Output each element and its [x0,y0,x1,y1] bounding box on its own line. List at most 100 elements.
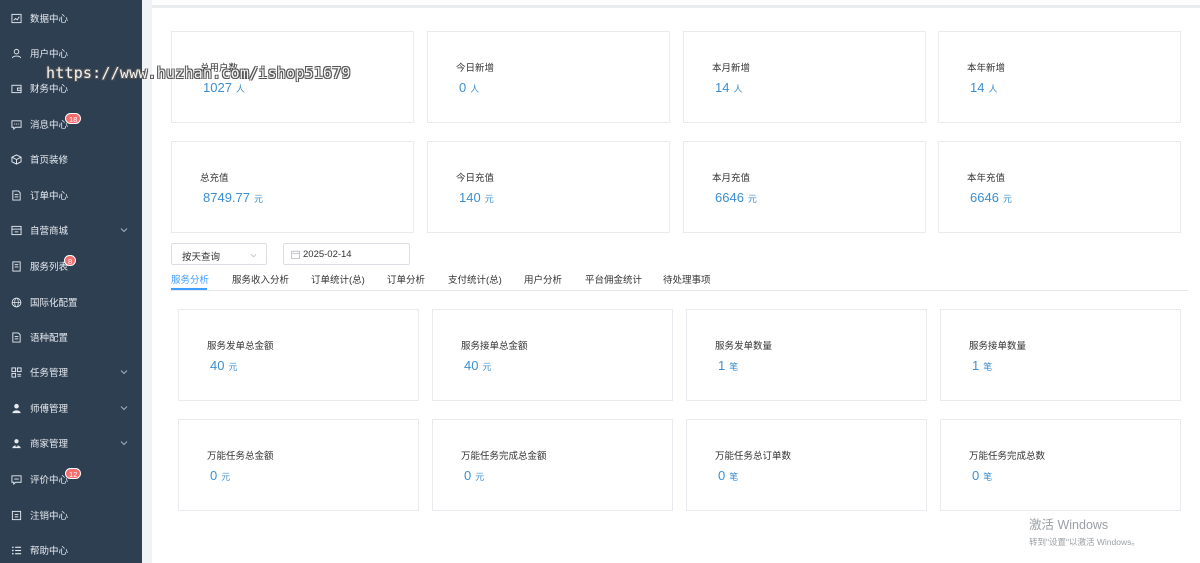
stat-value: 0笔 [718,468,739,483]
tab-service-analysis[interactable]: 服务分析 [171,272,209,286]
analysis-tabs: 服务分析 服务收入分析 订单统计(总) 订单分析 支付统计(总) 用户分析 平台… [171,269,1188,291]
chevron-down-icon [120,370,128,375]
sidebar-item-review-center[interactable]: 评价中心 12 [0,466,142,492]
stat-label: 万能任务总金额 [207,451,274,462]
sidebar-item-label: 订单中心 [30,191,69,202]
stat-value: 0笔 [972,468,993,483]
tab-pending-items[interactable]: 待处理事项 [663,272,711,286]
active-tab-indicator [171,288,207,290]
sidebar-item-label: 数据中心 [30,14,69,25]
chevron-down-icon [120,441,128,446]
sidebar-item-label: 帮助中心 [30,546,69,557]
stat-card-month-new-users: 本月新增 14 人 [683,31,926,123]
cube-icon [10,153,22,165]
stat-label: 万能任务完成总金额 [461,451,547,462]
tab-platform-commission[interactable]: 平台佣金统计 [585,272,642,286]
tab-service-income-analysis[interactable]: 服务收入分析 [232,272,289,286]
stat-card-today-recharge: 今日充值 140 元 [427,141,670,233]
person-icon [10,402,22,414]
sidebar-item-i18n-config[interactable]: 国际化配置 [0,289,142,315]
chevron-down-icon [120,228,128,233]
sidebar-item-language-config[interactable]: 语种配置 [0,324,142,350]
stat-card-universal-task-completed-count: 万能任务完成总数 0笔 [940,419,1181,511]
sidebar-item-cancellation-center[interactable]: 注销中心 [0,502,142,528]
shop-icon [10,224,22,236]
sidebar-item-label: 国际化配置 [30,298,78,309]
calendar-icon [291,250,300,259]
stat-label: 万能任务总订单数 [715,451,792,462]
document-icon [10,331,22,343]
sidebar-item-master-management[interactable]: 师傅管理 [0,395,142,421]
merchant-icon [10,437,22,449]
stat-value: 0元 [464,468,485,483]
stat-value: 14 人 [970,80,998,95]
date-picker[interactable]: 2025-02-14 [283,243,410,265]
sidebar-item-self-mall[interactable]: 自营商城 [0,217,142,243]
unread-count-badge: 12 [65,468,82,479]
stat-value: 140 元 [459,190,494,205]
tab-payment-stats-total[interactable]: 支付统计(总) [448,272,502,286]
stat-value: 1027 人 [203,80,245,95]
stat-value: 6646 元 [970,190,1012,205]
sidebar-item-help-center[interactable]: 帮助中心 [0,537,142,563]
sidebar-item-message-center[interactable]: 消息中心 18 [0,111,142,137]
sidebar-item-label: 自营商城 [30,226,69,237]
grid-icon [10,366,22,378]
top-divider [152,5,1200,8]
chart-icon [10,12,22,24]
stat-label: 服务接单数量 [969,341,1027,352]
sidebar-item-label: 首页装修 [30,155,69,166]
activation-title: 激活 Windows [1029,518,1109,532]
sidebar-item-label: 用户中心 [30,49,69,60]
unread-count-badge: 8 [64,255,77,266]
sidebar-item-label: 注销中心 [30,511,69,522]
stat-label: 今日充值 [456,173,495,184]
sidebar-item-user-center[interactable]: 用户中心 [0,40,142,66]
sidebar-item-home-decoration[interactable]: 首页装修 [0,146,142,172]
sidebar-item-order-center[interactable]: 订单中心 [0,182,142,208]
stat-card-universal-task-amount: 万能任务总金额 0元 [178,419,419,511]
sidebar-item-label: 评价中心 [30,475,69,486]
tab-order-analysis[interactable]: 订单分析 [387,272,425,286]
stat-card-total-recharge: 总充值 8749.77 元 [171,141,414,233]
windows-activation-notice: 激活 Windows 转到"设置"以激活 Windows。 [1029,514,1140,548]
date-value: 2025-02-14 [303,249,352,260]
sidebar-item-data-center[interactable]: 数据中心 [0,5,142,31]
stat-value: 40 元 [210,358,238,373]
stat-card-service-post-amount: 服务发单总金额 40 元 [178,309,419,401]
sidebar-item-label: 任务管理 [30,368,69,379]
sidebar-item-merchant-management[interactable]: 商家管理 [0,430,142,456]
stat-label: 本月充值 [712,173,751,184]
wallet-icon [10,82,22,94]
chevron-down-icon [250,253,257,258]
stat-label: 本年充值 [967,173,1006,184]
sidebar-item-label: 财务中心 [30,84,69,95]
sidebar-item-service-list[interactable]: 服务列表 8 [0,253,142,279]
stat-card-service-accept-count: 服务接单数量 1笔 [940,309,1181,401]
document-icon [10,189,22,201]
sidebar-item-label: 消息中心 [30,120,69,131]
stat-label: 本年新增 [967,63,1006,74]
tab-order-stats-total[interactable]: 订单统计(总) [311,272,365,286]
chevron-down-icon [120,406,128,411]
stat-value: 8749.77 元 [203,190,264,205]
stat-label: 服务发单总金额 [207,341,274,352]
stat-value: 0元 [210,468,231,483]
comment-icon [10,473,22,485]
stat-label: 服务接单总金额 [461,341,528,352]
stat-label: 总充值 [200,173,229,184]
stat-card-universal-task-order-count: 万能任务总订单数 0笔 [686,419,927,511]
sidebar-item-task-management[interactable]: 任务管理 [0,359,142,385]
stat-label: 今日新增 [456,63,495,74]
stat-label: 服务发单数量 [715,341,773,352]
sidebar-item-label: 服务列表 [30,262,69,273]
stat-label: 万能任务完成总数 [969,451,1046,462]
query-mode-select[interactable]: 按天查询 [171,243,267,265]
stat-value: 1笔 [718,358,739,373]
stat-card-today-new-users: 今日新增 0人 [427,31,670,123]
stat-value: 0人 [459,80,480,95]
query-mode-value: 按天查询 [182,252,221,263]
sidebar-item-label: 语种配置 [30,333,69,344]
sidebar-item-label: 商家管理 [30,439,69,450]
tab-user-analysis[interactable]: 用户分析 [524,272,562,286]
